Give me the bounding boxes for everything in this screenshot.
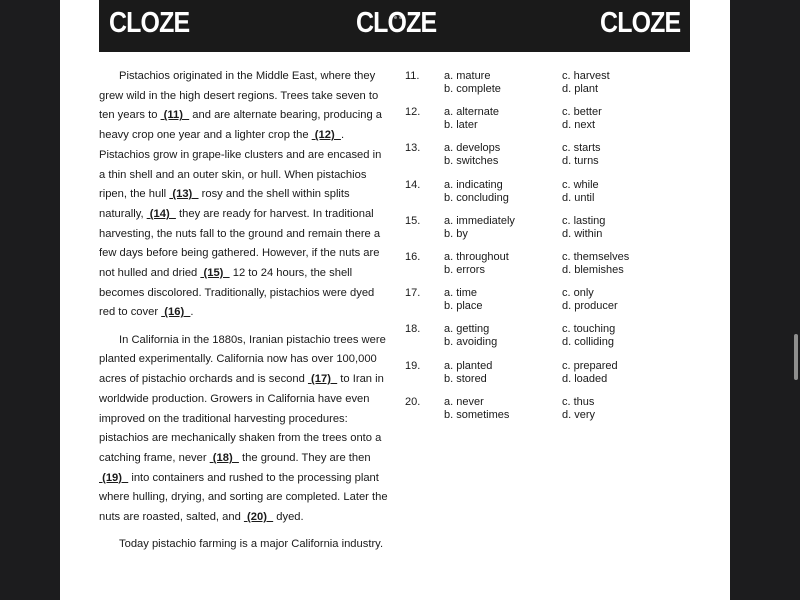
answer-option-b: b. by (444, 227, 468, 240)
answer-option-d: d. next (562, 119, 596, 132)
passage-paragraph: Today pistachio farming is a major Calif… (99, 535, 389, 555)
question-number: 13. (405, 142, 421, 155)
answer-option-a: a. never (444, 395, 484, 408)
cloze-blank: (12) (311, 129, 341, 142)
answer-option-a: a. indicating (444, 178, 503, 191)
question-number: 20. (405, 395, 421, 408)
answer-option-a: a. time (444, 287, 478, 300)
cloze-blank: (14) (146, 207, 176, 220)
answer-option-c: c. starts (562, 142, 601, 155)
answer-option-d: d. loaded (562, 372, 608, 385)
answer-option-d: d. colliding (562, 336, 614, 349)
cloze-blank: (15) (200, 267, 230, 280)
cloze-blank: (17) (307, 373, 338, 386)
answer-option-d: d. blemishes (562, 263, 624, 276)
answer-option-a: a. getting (444, 323, 490, 336)
answer-option-b: b. concluding (444, 191, 509, 204)
answer-option-b: b. stored (444, 372, 487, 385)
answer-option-a: a. alternate (444, 106, 500, 119)
passage-paragraph: In California in the 1880s, Iranian pist… (99, 331, 389, 528)
header-title-right: CLOZE (599, 7, 681, 39)
document-page: CLOZE CLOZE CLOZE Pistachios originated … (60, 0, 730, 600)
answer-option-b: b. avoiding (444, 336, 498, 349)
cloze-blank: (11) (160, 109, 190, 122)
question-number: 19. (405, 359, 421, 372)
answer-option-d: d. within (562, 227, 603, 240)
cloze-blank: (20) (243, 511, 274, 524)
answer-option-c: c. better (562, 106, 602, 119)
answer-option-b: b. complete (444, 83, 501, 95)
question-item: 14. a. indicating b. concluding c. while d. … (405, 179, 675, 215)
question-item: 17. a. time b. place c. only d. producer (405, 287, 675, 323)
header-title-center: CLOZE (356, 7, 437, 39)
question-number: 18. (405, 323, 421, 336)
question-item: 13. a. develops b. switches c. starts d. tur… (405, 142, 675, 178)
answer-option-a: a. immediately (444, 214, 515, 227)
answer-option-d: d. until (562, 191, 595, 204)
question-item: 16. a. throughout b. errors c. themselves d.… (405, 251, 675, 287)
answer-option-c: c. harvest (562, 70, 610, 82)
answer-option-d: d. turns (562, 155, 599, 168)
answer-option-d: d. producer (562, 300, 618, 313)
passage-paragraph: Pistachios originated in the Middle East… (99, 67, 389, 323)
answer-option-c: c. while (562, 178, 599, 191)
passage-text: to Iran in worldwide production. Growers… (99, 373, 384, 464)
question-number: 12. (405, 106, 421, 119)
answer-option-c: c. prepared (562, 359, 618, 372)
question-number: 16. (405, 250, 421, 263)
question-number: 14. (405, 178, 421, 191)
answer-option-b: b. later (444, 119, 478, 132)
question-number: 11. (405, 70, 420, 82)
passage-text: Today pistachio farming is a major Calif… (119, 538, 384, 551)
cloze-blank: (13) (169, 188, 199, 201)
answer-option-b: b. switches (444, 155, 499, 168)
question-item: 20. a. never b. sometimes c. thus d. very (405, 396, 675, 432)
answer-option-c: c. only (562, 287, 594, 300)
question-item: 18. a. getting b. avoiding c. touching d. co… (405, 323, 675, 359)
answer-option-b: b. errors (444, 263, 485, 276)
cloze-blank: (18) (209, 451, 239, 464)
reading-passage: Pistachios originated in the Middle East… (99, 67, 389, 555)
cloze-blank: (16) (161, 306, 191, 319)
answer-option-c: c. lasting (562, 214, 606, 227)
answer-option-c: c. touching (562, 323, 616, 336)
vertical-scrollbar[interactable] (794, 334, 798, 380)
answer-option-a: a. planted (444, 359, 493, 372)
answer-option-d: d. plant (562, 83, 599, 95)
cloze-header-banner: CLOZE CLOZE CLOZE (99, 0, 690, 52)
answer-option-b: b. place (444, 300, 483, 313)
answer-option-a: a. mature (444, 70, 491, 82)
passage-text: dyed. (273, 511, 304, 524)
question-item: 12. a. alternate b. later c. better d. next (405, 106, 675, 142)
answer-option-d: d. very (562, 408, 596, 421)
question-item: 15. a. immediately b. by c. lasting d. withi… (405, 215, 675, 251)
question-number: 15. (405, 214, 421, 227)
question-item: 11. a. mature b. complete c. harvest d. plan… (405, 70, 675, 106)
question-number: 17. (405, 287, 421, 300)
passage-text: the ground. They are then (238, 451, 371, 464)
cloze-blank: (19) (99, 471, 129, 484)
passage-text: . (190, 306, 194, 319)
header-title-left: CLOZE (109, 7, 190, 39)
answer-option-c: c. themselves (562, 250, 630, 263)
answer-option-a: a. throughout (444, 250, 509, 263)
answer-option-c: c. thus (562, 395, 595, 408)
answer-option-a: a. develops (444, 142, 501, 155)
answer-option-b: b. sometimes (444, 408, 510, 421)
answer-choices-list: 11. a. mature b. complete c. harvest d. plan… (405, 70, 675, 432)
question-item: 19. a. planted b. stored c. prepared d. load… (405, 360, 675, 396)
